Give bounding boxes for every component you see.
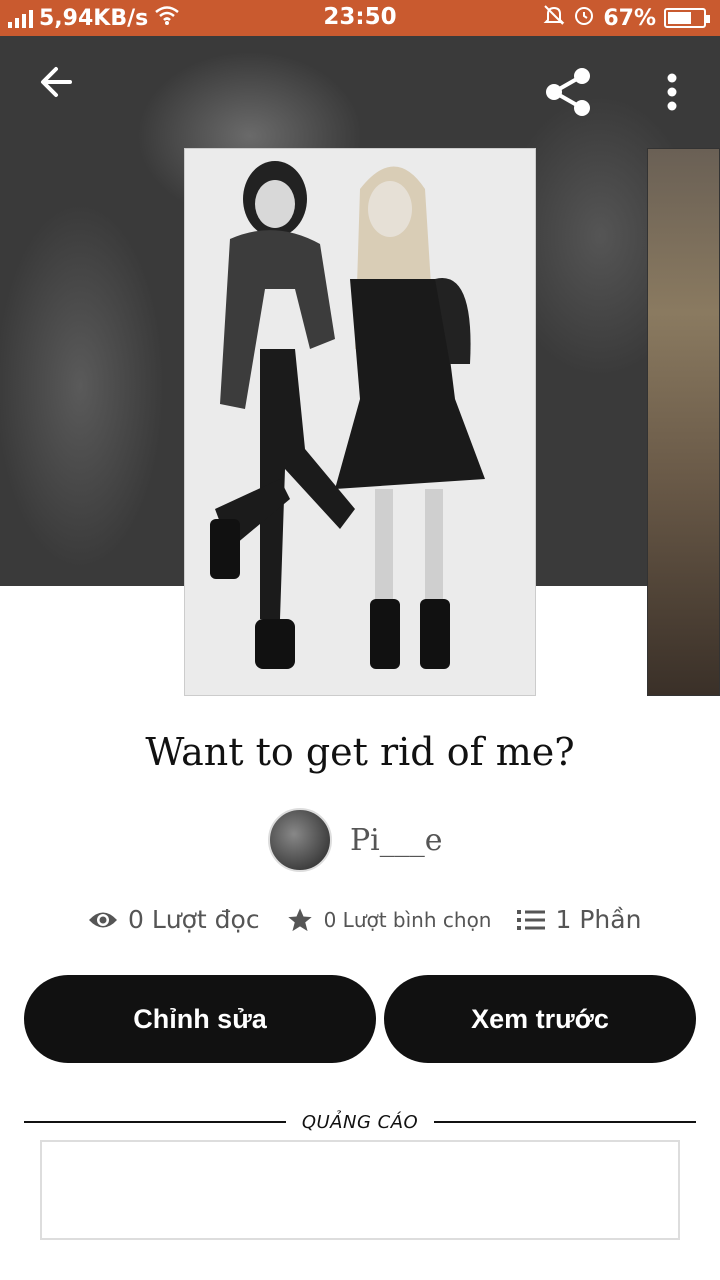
- share-button[interactable]: [540, 64, 596, 120]
- author-name[interactable]: Pi___e: [350, 823, 443, 858]
- story-cover[interactable]: [184, 148, 536, 696]
- edit-button[interactable]: Chỉnh sửa: [24, 975, 376, 1063]
- reads-count: 0 Lượt đọc: [128, 905, 260, 934]
- battery-percent: 67%: [603, 5, 656, 31]
- ad-banner[interactable]: [40, 1140, 680, 1240]
- preview-button[interactable]: Xem trước: [384, 975, 696, 1063]
- author-row[interactable]: Pi___e: [268, 808, 443, 872]
- more-options-button[interactable]: [654, 70, 690, 114]
- divider: [24, 1121, 286, 1123]
- cover-image: [185, 149, 535, 695]
- battery-icon: [664, 8, 710, 28]
- back-button[interactable]: [30, 56, 82, 108]
- star-icon: [287, 907, 312, 931]
- story-stats: 0 Lượt đọc 0 Lượt bình chọn 1 Phần: [88, 905, 641, 934]
- share-icon: [546, 68, 590, 116]
- votes-stat: 0 Lượt bình chọn: [286, 906, 492, 934]
- story-title: Want to get rid of me?: [145, 730, 575, 774]
- status-right: 67%: [543, 4, 710, 32]
- arrow-left-icon: [41, 67, 72, 97]
- next-story-cover[interactable]: [647, 148, 720, 696]
- avatar[interactable]: [268, 808, 332, 872]
- status-bar: 5,94KB/s 23:50 67%: [0, 0, 720, 36]
- parts-count: 1 Phần: [555, 905, 642, 934]
- more-vertical-icon: [667, 73, 677, 111]
- ad-separator: QUẢNG CÁO: [24, 1110, 696, 1134]
- reads-stat: 0 Lượt đọc: [88, 905, 260, 934]
- votes-count: 0 Lượt bình chọn: [323, 907, 492, 932]
- parts-stat: 1 Phần: [517, 905, 641, 934]
- divider: [434, 1121, 696, 1123]
- bell-off-icon: [543, 4, 565, 32]
- list-icon: [517, 909, 546, 930]
- eye-icon: [89, 912, 117, 927]
- ad-label: QUẢNG CÁO: [301, 1111, 419, 1133]
- alarm-icon: [573, 4, 595, 32]
- battery-fill: [668, 12, 691, 24]
